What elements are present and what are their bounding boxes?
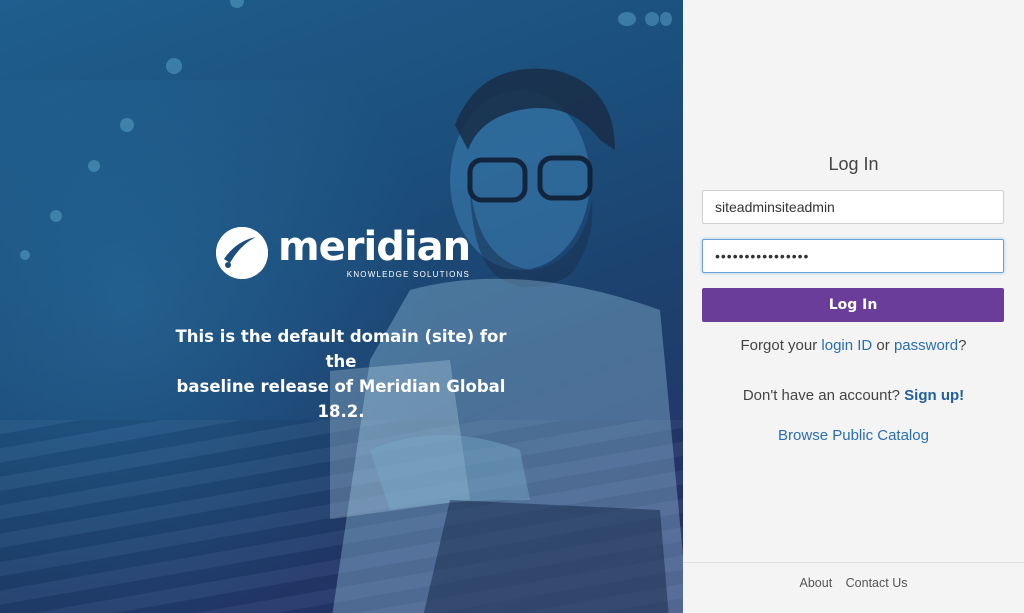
browse-catalog-row: Browse Public Catalog [683, 427, 1024, 444]
bokeh-dot [230, 0, 244, 8]
site-tagline: This is the default domain (site) for th… [160, 324, 522, 424]
signup-prompt: Don't have an account? Sign up! [683, 387, 1024, 404]
bokeh-dot [88, 160, 100, 172]
no-account-text: Don't have an account? [742, 387, 900, 404]
login-title: Log In [828, 154, 879, 174]
login-panel: Log In Log In Forgot your login ID or pa… [683, 0, 1024, 613]
forgot-suffix: ? [958, 337, 967, 354]
logo-subtitle: KNOWLEDGE SOLUTIONS [346, 270, 471, 279]
person-illustration [330, 68, 683, 613]
forgot-credentials-text: Forgot your login ID or password? [683, 337, 1024, 354]
footer-about-link[interactable]: About [800, 576, 833, 590]
tagline-line-1: This is the default domain (site) for th… [175, 327, 507, 371]
login-button[interactable]: Log In [702, 288, 1004, 322]
bokeh-dot [166, 58, 182, 74]
forgot-prefix: Forgot your [740, 337, 818, 354]
hero-panel: meridian KNOWLEDGE SOLUTIONS This is the… [0, 0, 683, 613]
forgot-login-id-link[interactable]: login ID [821, 337, 872, 354]
meridian-logo-icon [216, 226, 268, 279]
bokeh-dot [618, 12, 636, 26]
username-input[interactable] [702, 190, 1004, 224]
meridian-logo: meridian KNOWLEDGE SOLUTIONS [216, 224, 471, 279]
signup-link[interactable]: Sign up! [904, 387, 964, 404]
forgot-password-link[interactable]: password [894, 337, 958, 354]
bokeh-dot [20, 250, 30, 260]
bokeh-dot [660, 12, 672, 26]
bokeh-dot [645, 12, 659, 26]
browse-public-catalog-link[interactable]: Browse Public Catalog [778, 427, 929, 444]
forgot-or: or [876, 337, 890, 354]
footer: About Contact Us [683, 562, 1024, 613]
bokeh-dot [120, 118, 134, 132]
tagline-line-2: baseline release of Meridian Global 18.2… [176, 377, 506, 421]
footer-contact-link[interactable]: Contact Us [846, 576, 908, 590]
bokeh-dot [50, 210, 62, 222]
logo-wordmark: meridian [278, 224, 471, 270]
password-input[interactable] [702, 239, 1004, 273]
